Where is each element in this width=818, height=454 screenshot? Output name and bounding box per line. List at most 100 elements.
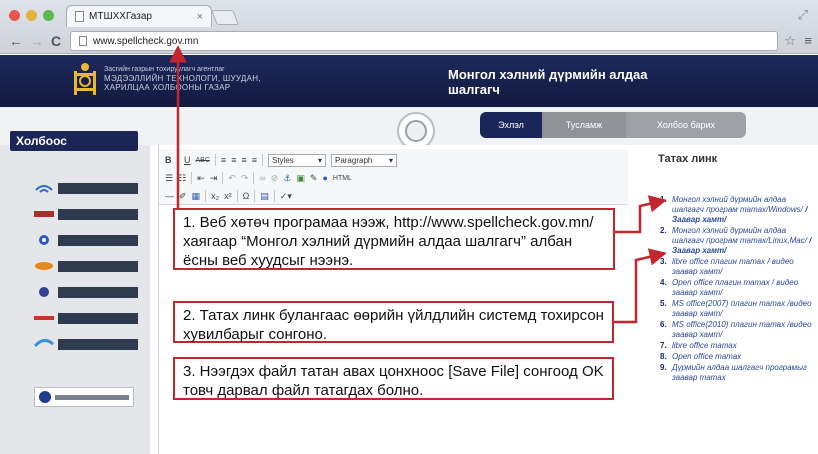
download-link-item[interactable]: 1. Монгол хэлний дүрмийн алдаа шалгагч пр… [660,195,815,225]
bold-button[interactable]: B [165,155,172,165]
minimize-window-button[interactable] [26,10,37,21]
link-text[interactable]: Open office татах [672,352,741,362]
download-link-item[interactable]: 4. Open office плагин татах / видео заава… [660,278,815,298]
partner-link[interactable] [34,337,138,351]
close-window-button[interactable] [9,10,20,21]
red-logo-icon [34,316,54,320]
download-link-item[interactable]: 9. Дүрмийн алдаа шалгагч програмыг заавар… [660,363,815,383]
link-text[interactable]: Монгол хэлний дүрмийн алдаа шалгагч прог… [672,195,815,225]
back-arrow-icon[interactable]: ← [9,33,23,49]
partner-link[interactable] [34,181,138,195]
partner-banner [58,208,138,220]
align-right-icon[interactable]: ≡ [241,155,246,165]
link-text[interactable]: MS office(2010) плагин татах /видео заав… [672,320,815,340]
link-text[interactable]: libre office плагин татах / видео заавар… [672,257,815,277]
reload-icon[interactable]: C [51,33,61,49]
strikethrough-button[interactable]: ABC [196,157,210,164]
horizontal-rule-icon[interactable]: — [165,191,174,201]
paragraph-label: Paragraph [334,155,373,165]
cleanup-icon[interactable]: ✎ [310,173,318,184]
undo-icon[interactable]: ↶ [228,173,236,184]
menu-icon[interactable]: ≡ [804,33,812,48]
link-text[interactable]: MS office(2007) плагин татах /видео заав… [672,299,815,319]
link-number: 4. [660,278,667,287]
partner-banner [55,394,129,400]
image-icon[interactable]: ▣ [296,173,305,184]
browser-tab[interactable]: МТШХХГазар × [66,5,212,27]
orange-logo-icon [35,262,53,270]
link-text[interactable]: Open office плагин татах / видео заавар … [672,278,815,298]
round-logo-icon [39,235,49,245]
partner-link[interactable] [34,259,138,273]
partner-link[interactable] [34,311,138,325]
underline-button[interactable]: U [184,155,191,165]
link-text[interactable]: libre office татах [672,341,737,351]
org-line: ХАРИЛЦАА ХОЛБООНЫ ГАЗАР [104,83,231,92]
align-left-icon[interactable]: ≡ [221,155,226,165]
forward-arrow-icon[interactable]: → [30,33,44,49]
tab-close-icon[interactable]: × [197,11,203,23]
link-label: Дүрмийн алдаа шалгагч програмыг заавар т… [672,363,807,382]
site-header: Засгийн газрын тохируулагч агентлаг МЭДЭ… [0,55,818,107]
subscript-icon[interactable]: x₂ [211,191,219,201]
download-link-item[interactable]: 2. Монгол хэлний дүрмийн алдаа шалгагч пр… [660,226,815,256]
new-tab-button[interactable] [211,10,239,25]
partner-link[interactable] [34,285,138,299]
unlink-icon[interactable]: ⊘ [271,173,279,184]
link-number: 5. [660,299,667,308]
align-justify-icon[interactable]: ≡ [252,155,257,165]
align-center-icon[interactable]: ≡ [231,155,236,165]
edit-icon[interactable]: ✐ [179,191,187,202]
tab-help[interactable]: Тусламж [542,112,626,138]
spellcheck-icon[interactable]: ✓▾ [280,191,292,202]
partner-link[interactable] [34,207,138,221]
outdent-icon[interactable]: ⇤ [197,173,205,184]
download-links-list: 1. Монгол хэлний дүрмийн алдаа шалгагч пр… [660,195,815,384]
link-text[interactable]: Дүрмийн алдаа шалгагч програмыг заавар т… [672,363,815,383]
resize-icon[interactable]: ⤢ [798,7,808,23]
partner-link[interactable] [34,387,134,407]
link-text[interactable]: Монгол хэлний дүрмийн алдаа шалгагч прог… [672,226,815,256]
link-number: 2. [660,226,667,235]
anchor-icon[interactable]: ⚓ [283,173,291,184]
link-label: Монгол хэлний дүрмийн алдаа шалгагч прог… [672,195,806,214]
chevron-down-icon: ▾ [317,155,322,165]
italic-button[interactable]: I [177,155,180,165]
link-label: MS office(2007) плагин татах /видео заав… [672,299,812,318]
table-icon[interactable]: ▦ [192,191,201,202]
paragraph-select[interactable]: Paragraph ▾ [330,153,397,167]
maximize-window-button[interactable] [43,10,54,21]
link-label: Монгол хэлний дүрмийн алдаа шалгагч прог… [672,226,810,245]
partner-link[interactable] [34,233,138,247]
bookmark-star-icon[interactable]: ☆ [784,33,796,49]
styles-select[interactable]: Styles ▾ [267,153,326,167]
text-editor[interactable]: B I U ABC ≡ ≡ ≡ ≡ Styles ▾ Paragraph ▾ ☰ ☷… [158,145,629,454]
url-text: www.spellcheck.gov.mn [93,35,199,47]
media-icon[interactable]: ▤ [260,191,269,202]
download-link-item[interactable]: 7. libre office татах [660,341,815,351]
numbered-list-icon[interactable]: ☷ [178,173,186,184]
page-icon [79,36,87,46]
indent-icon[interactable]: ⇥ [210,173,218,184]
wifi-logo-icon [35,185,53,193]
instruction-step-2: 2. Татах линк булангаас өөрийн үйлдлийн … [173,301,614,343]
link-label: libre office татах [672,341,737,350]
address-bar[interactable]: www.spellcheck.gov.mn [70,31,778,51]
wave-logo-icon [34,339,54,348]
download-link-item[interactable]: 8. Open office татах [660,352,815,362]
html-button[interactable]: HTML [333,175,352,182]
download-link-item[interactable]: 3. libre office плагин татах / видео заав… [660,257,815,277]
superscript-icon[interactable]: x² [224,191,232,201]
download-link-item[interactable]: 5. MS office(2007) плагин татах /видео за… [660,299,815,319]
link-icon[interactable]: ∞ [259,173,265,183]
tab-contact[interactable]: Холбоо барих [626,112,746,138]
redo-icon[interactable]: ↷ [241,173,249,184]
tab-home[interactable]: Эхлэл [480,112,542,138]
download-link-item[interactable]: 6. MS office(2010) плагин татах /видео за… [660,320,815,340]
sidebar-title: Холбоос [10,131,138,151]
site-nav-tabs: Эхлэл Тусламж Холбоо барих [480,112,746,138]
link-label: libre office плагин татах / видео заавар… [672,257,794,276]
help-icon[interactable]: ● [322,173,327,183]
bullet-list-icon[interactable]: ☰ [165,173,173,184]
special-char-icon[interactable]: Ω [243,191,250,201]
